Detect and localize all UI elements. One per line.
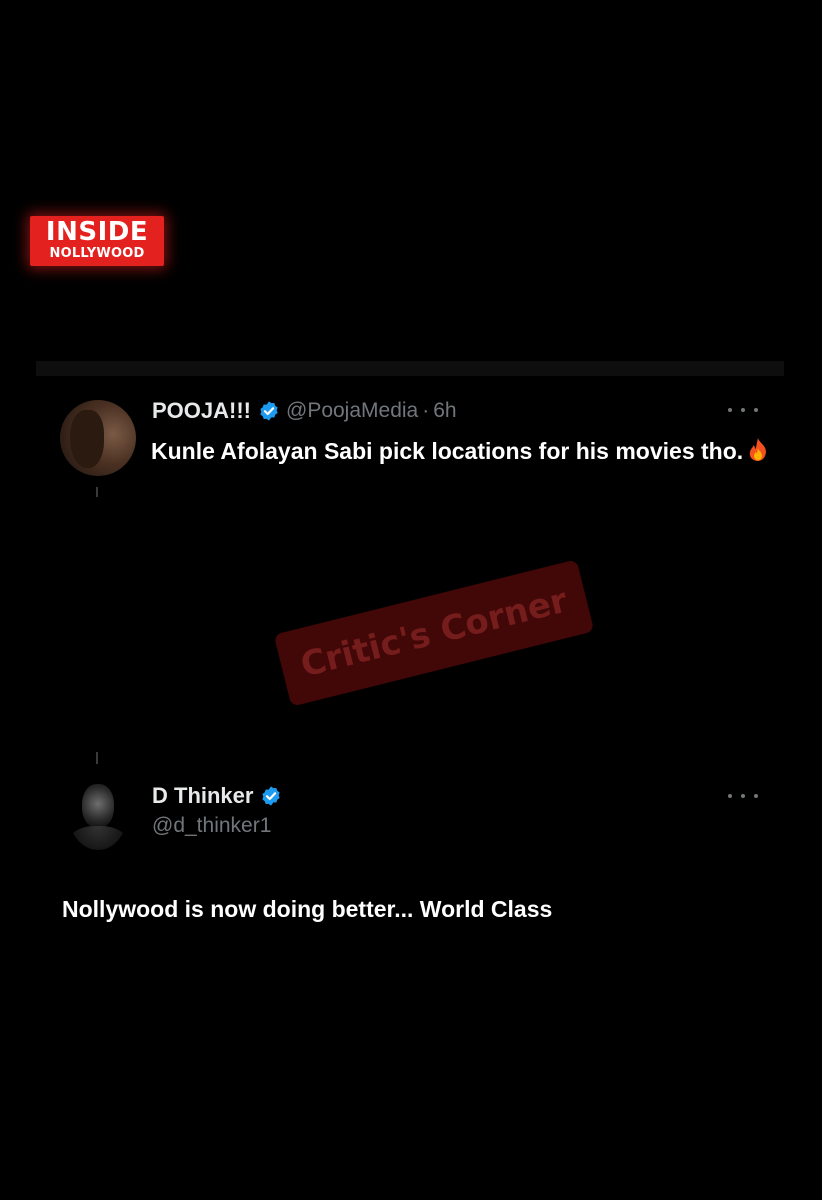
thread-line [96,487,98,497]
logo-line2: NOLLYWOOD [49,246,145,261]
tweet-2-text: Nollywood is now doing better... World C… [62,896,553,922]
separator-dot: · [422,399,430,422]
avatar-d-thinker[interactable] [68,774,128,850]
divider [36,361,784,376]
logo-line1: INSIDE [45,217,149,247]
verified-badge-icon [260,401,278,421]
verified-badge-icon [262,786,281,806]
tweet-1-header: POOJA!!! @PoojaMedia · 6h [152,396,457,426]
avatar-head [82,784,114,828]
inside-nollywood-logo: INSIDE NOLLYWOOD [30,216,164,266]
avatar-face [70,410,104,468]
tweet-text: Kunle Afolayan Sabi pick locations for h… [151,438,744,464]
fire-icon [749,438,767,461]
display-name[interactable]: POOJA!!! [152,398,251,424]
more-options-icon[interactable] [728,791,758,801]
avatar-pooja[interactable] [60,400,136,476]
timestamp[interactable]: 6h [433,399,456,423]
handle[interactable]: @PoojaMedia [286,399,418,423]
critics-corner-watermark: Critic's Corner [273,559,595,707]
handle[interactable]: @d_thinker1 [152,814,271,838]
display-name[interactable]: D Thinker [152,783,253,809]
tweet-2-name-row: D Thinker [152,781,282,811]
more-options-icon[interactable] [728,405,758,415]
avatar-shoulders [70,826,126,850]
watermark-text: Critic's Corner [296,580,572,686]
tweet-1-text: Kunle Afolayan Sabi pick locations for h… [151,433,816,469]
thread-line [96,752,98,764]
